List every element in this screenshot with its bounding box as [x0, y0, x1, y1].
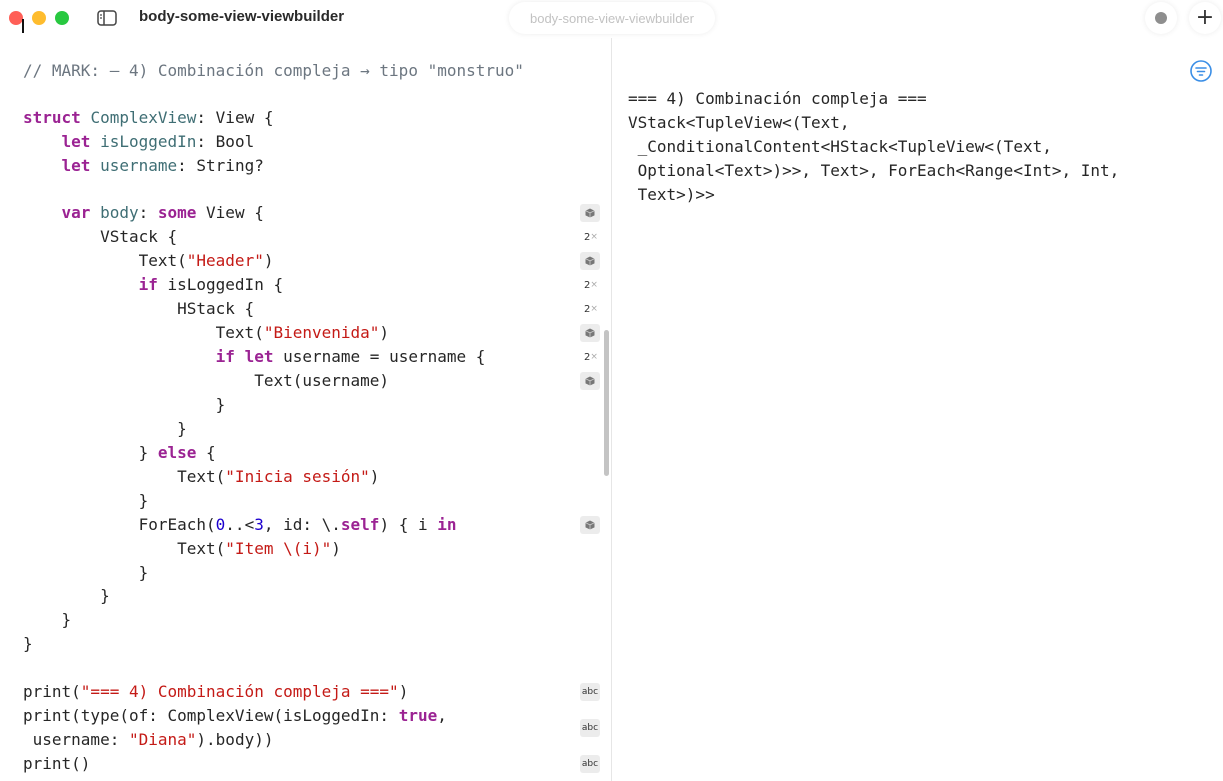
close-window-button[interactable]	[9, 11, 23, 25]
result-box-button[interactable]	[580, 372, 600, 390]
record-icon	[1155, 12, 1167, 24]
execution-count[interactable]: 2 ×	[580, 276, 602, 294]
sidebar-toggle-icon	[97, 10, 117, 26]
box-icon	[585, 208, 595, 218]
times-icon: ×	[590, 232, 598, 242]
code-line[interactable]: VStack {	[23, 225, 177, 249]
text-cursor	[22, 19, 24, 33]
code-line[interactable]: // MARK: – 4) Combinación compleja → tip…	[23, 59, 524, 83]
console-line: Optional<Text>)>>, Text>, ForEach<Range<…	[628, 161, 1120, 180]
code-line[interactable]: }	[23, 632, 33, 656]
code-line[interactable]: if isLoggedIn {	[23, 273, 284, 297]
tab-playground[interactable]: body-some-view-viewbuilder	[509, 2, 715, 34]
console-line: VStack<TupleView<(Text,	[628, 113, 850, 132]
result-box-button[interactable]	[580, 252, 600, 270]
add-button[interactable]: +	[1189, 2, 1221, 34]
console-line: _ConditionalContent<HStack<TupleView<(Te…	[628, 137, 1052, 156]
result-box-button[interactable]	[580, 324, 600, 342]
console-line: Text>)>>	[628, 185, 715, 204]
times-icon: ×	[590, 352, 598, 362]
result-box-button[interactable]	[580, 516, 600, 534]
box-icon	[585, 520, 595, 530]
code-line[interactable]: struct ComplexView: View {	[23, 106, 273, 130]
code-line[interactable]: Text("Item \(i)")	[23, 537, 341, 561]
console-line: === 4) Combinación compleja ===	[628, 89, 927, 108]
string-result-button[interactable]: abc	[580, 683, 600, 701]
record-button[interactable]	[1145, 2, 1177, 34]
editor-scrollbar[interactable]	[604, 330, 609, 476]
filter-button[interactable]	[1189, 59, 1213, 83]
code-line[interactable]: }	[23, 608, 72, 632]
times-icon: ×	[590, 280, 598, 290]
code-line[interactable]: }	[23, 561, 149, 585]
code-line[interactable]: if let username = username {	[23, 345, 486, 369]
code-line[interactable]: Text("Bienvenida")	[23, 321, 389, 345]
box-icon	[585, 256, 595, 266]
code-line[interactable]: }	[23, 584, 110, 608]
console-output: === 4) Combinación compleja === VStack<T…	[612, 38, 1223, 781]
code-line[interactable]: }	[23, 393, 226, 417]
execution-count[interactable]: 2 ×	[580, 228, 602, 246]
result-box-button[interactable]	[580, 204, 600, 222]
code-line[interactable]: }	[23, 417, 187, 441]
code-line[interactable]: var body: some View {	[23, 201, 264, 225]
execution-count[interactable]: 2 ×	[580, 348, 602, 366]
minimize-window-button[interactable]	[32, 11, 46, 25]
code-line[interactable]: Text(username)	[23, 369, 389, 393]
code-line[interactable]: Text("Header")	[23, 249, 274, 273]
string-result-button[interactable]: abc	[580, 719, 600, 737]
code-line[interactable]: }	[23, 489, 149, 513]
code-line[interactable]: print("=== 4) Combinación compleja ===")	[23, 680, 408, 704]
window-title: body-some-view-viewbuilder	[139, 8, 345, 25]
times-icon: ×	[590, 304, 598, 314]
code-line[interactable]: print(type(of: ComplexView(isLoggedIn: t…	[23, 704, 447, 728]
code-line[interactable]: print()	[23, 752, 90, 776]
code-line[interactable]: let username: String?	[23, 154, 264, 178]
string-result-button[interactable]: abc	[580, 755, 600, 773]
code-editor[interactable]: // MARK: – 4) Combinación compleja → tip…	[0, 38, 610, 781]
code-line[interactable]: username: "Diana").body))	[23, 728, 274, 752]
code-line[interactable]: Text("Inicia sesión")	[23, 465, 379, 489]
execution-count[interactable]: 2 ×	[580, 300, 602, 318]
code-line[interactable]: } else {	[23, 441, 216, 465]
code-line[interactable]: ForEach(0..<3, id: \.self) { i in	[23, 513, 457, 537]
title-bar: body-some-view-viewbuilder body-some-vie…	[0, 0, 1223, 38]
sidebar-toggle-button[interactable]	[92, 2, 122, 34]
zoom-window-button[interactable]	[55, 11, 69, 25]
code-line[interactable]: let isLoggedIn: Bool	[23, 130, 255, 154]
box-icon	[585, 376, 595, 386]
code-line[interactable]: HStack {	[23, 297, 254, 321]
plus-icon: +	[1195, 5, 1215, 30]
filter-icon	[1190, 60, 1212, 82]
box-icon	[585, 328, 595, 338]
